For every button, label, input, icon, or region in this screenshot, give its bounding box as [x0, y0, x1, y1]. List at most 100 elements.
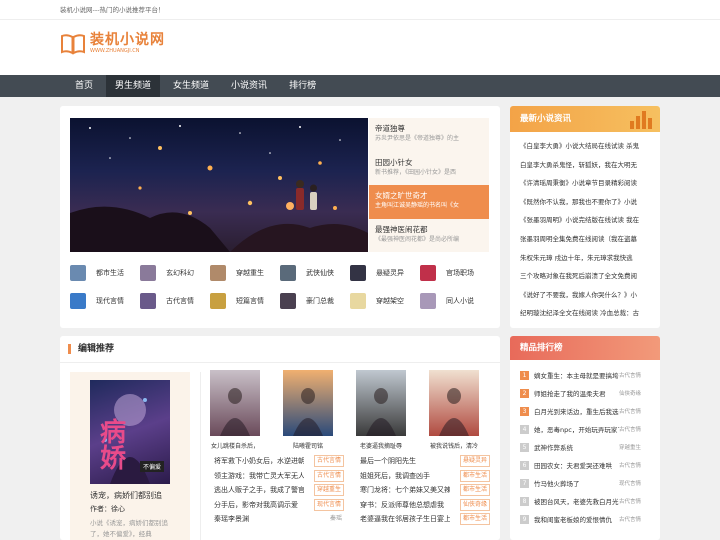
ranking-item[interactable]: 2 师姐抢走了我的温柔夫君 仙侠奇缘: [520, 384, 652, 402]
news-item[interactable]: 《许清瑶周秉衡》小说章节目录精彩阅读: [520, 174, 660, 193]
category-item[interactable]: 同人小说: [420, 292, 490, 310]
list-item[interactable]: 寒门龙将：七个弟妹又美又辣 都市生活: [360, 483, 490, 498]
news-item[interactable]: 朱权朱元璋 戍边十年，朱元璋求我快逃: [520, 249, 660, 268]
rank-book-name[interactable]: 我和闺蜜老板娘的爱恨情仇: [534, 514, 619, 524]
category-item[interactable]: 古代言情: [140, 292, 210, 310]
book-cover-image[interactable]: [429, 370, 479, 436]
category-item[interactable]: 穿越架空: [350, 292, 420, 310]
ranking-item[interactable]: 7 竹马他火葬场了 现代言情: [520, 474, 652, 492]
list-item[interactable]: 将军救下小奶女后，水逆进朝 古代言情: [214, 454, 344, 469]
rank-book-name[interactable]: 被困台风天，老婆先救白月光: [534, 496, 619, 506]
news-item[interactable]: 《张墨羽周明》小说完结版在线试读 我在: [520, 211, 660, 230]
ranking-item[interactable]: 1 嫡女重生：本主母就是要搞垮 古代言情: [520, 366, 652, 384]
list-item[interactable]: 姐姐死后，我调查凶手 都市生活: [360, 469, 490, 484]
list-item[interactable]: 老婆逼我在邻居孩子生日宴上 都市生活: [360, 512, 490, 527]
genre-tag[interactable]: 仙侠奇缘: [459, 498, 490, 511]
genre-tag[interactable]: 悬疑灵异: [459, 455, 490, 468]
category-item[interactable]: 现代言情: [70, 292, 140, 310]
genre-tag[interactable]: 现代言情: [313, 498, 344, 511]
category-label: 玄幻科幻: [166, 269, 194, 277]
featured-book-cover[interactable]: 病娇 不偏爱: [90, 380, 170, 484]
genre-tag[interactable]: 穿越重生: [313, 484, 344, 497]
rank-number: 4: [520, 424, 529, 434]
ranking-item[interactable]: 9 我和闺蜜老板娘的爱恨情仇 古代言情: [520, 510, 652, 528]
ranking-item[interactable]: 8 被困台风天，老婆先救白月光 古代言情: [520, 492, 652, 510]
rank-book-name[interactable]: 田园农女：夫君爱哭还难哄: [534, 460, 619, 470]
nav-female-channel[interactable]: 女生频道: [164, 75, 218, 97]
ranking-item[interactable]: 4 她，恶毒npc，开始玩弄玩家了 古代言情: [520, 420, 652, 438]
rank-book-name[interactable]: 竹马他火葬场了: [534, 478, 619, 488]
news-item[interactable]: 《说好了不要我，我嫁人你哭什么？》小: [520, 286, 660, 305]
book-name[interactable]: 逃出人贩子之手，我成了警官: [214, 485, 304, 495]
news-item[interactable]: 三个攻略对象在我死后崩溃了全文免费阅: [520, 267, 660, 286]
list-item[interactable]: 最后一个阴阳先生 悬疑灵异: [360, 454, 490, 469]
genre-tag[interactable]: 秦瑶: [328, 514, 344, 524]
news-item[interactable]: 白皇李大勇杀鬼怪，斩狐妖，我在大明无: [520, 156, 660, 175]
list-item[interactable]: 穿书：反派师尊他总想虐我 仙侠奇缘: [360, 498, 490, 513]
slider-item[interactable]: 最强神医闹花都 《最强神医闹花都》是尚必所编: [369, 219, 489, 253]
list-item[interactable]: 逃出人贩子之手，我成了警官 穿越重生: [214, 483, 344, 498]
ranking-item[interactable]: 3 白月光到来话边，重生后我选 古代言情: [520, 402, 652, 420]
genre-tag[interactable]: 都市生活: [459, 513, 490, 526]
genre-tag[interactable]: 古代言情: [313, 469, 344, 482]
category-item[interactable]: 悬疑灵异: [350, 264, 420, 282]
genre-tag[interactable]: 都市生活: [459, 469, 490, 482]
category-item[interactable]: 穿越重生: [210, 264, 280, 282]
genre-tag[interactable]: 古代言情: [313, 455, 344, 468]
rank-book-name[interactable]: 师姐抢走了我的温柔夫君: [534, 388, 619, 398]
genre-tag[interactable]: 都市生活: [459, 484, 490, 497]
book-cover-title[interactable]: 被我说钱后，清冷: [426, 441, 482, 450]
featured-book-title[interactable]: 诱宠，病娇们都别追: [90, 490, 162, 501]
logo-url: WWW.ZHUANGJI.CN: [90, 48, 140, 54]
book-name[interactable]: 分手后，影帝对我高调示爱: [214, 500, 304, 510]
rank-book-name[interactable]: 白月光到来话边，重生后我选: [534, 406, 619, 416]
book-cover-image[interactable]: [210, 370, 260, 436]
list-item[interactable]: 秦瑶李景渊 秦瑶: [214, 512, 344, 527]
nav-ranking[interactable]: 排行榜: [280, 75, 325, 97]
ranking-item[interactable]: 5 武神作弊系统 穿越重生: [520, 438, 652, 456]
nav-male-channel[interactable]: 男生频道: [106, 75, 161, 97]
book-cover-card[interactable]: 被我说钱后，清冷: [429, 370, 479, 450]
category-item[interactable]: 豪门总裁: [280, 292, 350, 310]
category-item[interactable]: 玄幻科幻: [140, 264, 210, 282]
book-cover-title[interactable]: 陆曦霍司铭: [280, 441, 336, 450]
category-item[interactable]: 短篇言情: [210, 292, 280, 310]
book-name[interactable]: 将军救下小奶女后，水逆进朝: [214, 456, 304, 466]
ranking-item[interactable]: 6 田园农女：夫君爱哭还难哄 古代言情: [520, 456, 652, 474]
book-cover-title[interactable]: 老婆逼我摘耻辱: [353, 441, 409, 450]
category-item[interactable]: 武侠仙侠: [280, 264, 350, 282]
book-cover-card[interactable]: 女儿跳楼自杀后，: [210, 370, 260, 450]
news-item[interactable]: 《既然你不认我，那我也不要你了》小说: [520, 193, 660, 212]
category-item[interactable]: 都市生活: [70, 264, 140, 282]
book-cover-image[interactable]: [283, 370, 333, 436]
news-item[interactable]: 张墨羽周明全集免费在线阅读（我在盗墓: [520, 230, 660, 249]
news-item[interactable]: 纪明璇沈纪泽全文在线阅读 冷血总裁：古: [520, 304, 660, 323]
banner-image[interactable]: [70, 118, 368, 252]
book-name[interactable]: 姐姐死后，我调查凶手: [360, 471, 450, 481]
site-logo[interactable]: 装机小说网 WWW.ZHUANGJI.CN: [60, 32, 165, 55]
list-item[interactable]: 领主游戏：我带亡灵大军无人 古代言情: [214, 469, 344, 484]
rank-book-name[interactable]: 武神作弊系统: [534, 442, 619, 452]
slider-item[interactable]: 帝道独尊 苏炎尹依思是《帝道独尊》的主: [369, 118, 489, 152]
rank-book-name[interactable]: 嫡女重生：本主母就是要搞垮: [534, 370, 619, 380]
category-item[interactable]: 官场职场: [420, 264, 490, 282]
book-name[interactable]: 寒门龙将：七个弟妹又美又辣: [360, 485, 450, 495]
book-name[interactable]: 穿书：反派师尊他总想虐我: [360, 500, 450, 510]
book-name[interactable]: 秦瑶李景渊: [214, 514, 304, 524]
rank-book-name[interactable]: 她，恶毒npc，开始玩弄玩家了: [534, 424, 619, 434]
list-item[interactable]: 分手后，影帝对我高调示爱 现代言情: [214, 498, 344, 513]
book-name[interactable]: 领主游戏：我带亡灵大军无人: [214, 471, 304, 481]
book-cover-card[interactable]: 陆曦霍司铭: [283, 370, 333, 450]
news-item[interactable]: 《白皇李大勇》小说大结局在线试读 杀鬼: [520, 137, 660, 156]
slider-item-active[interactable]: 女婿之旷世奇才 主角叫江诚吴静瑶的书名叫《女: [369, 185, 489, 219]
nav-novel-news[interactable]: 小说资讯: [222, 75, 276, 97]
book-cover-title[interactable]: 女儿跳楼自杀后，: [207, 441, 263, 450]
book-cover-image[interactable]: [356, 370, 406, 436]
rank-genre: 古代言情: [619, 517, 642, 523]
featured-book[interactable]: 病娇 不偏爱 诱宠，病娇们都别追 作者：徐心 小说《诱宠，病娇们都别追了，她不偏…: [70, 372, 190, 540]
book-name[interactable]: 老婆逼我在邻居孩子生日宴上: [360, 514, 450, 524]
book-name[interactable]: 最后一个阴阳先生: [360, 456, 450, 466]
slider-item[interactable]: 田园小针女 新书推荐，《田园小针女》是西: [369, 152, 489, 186]
book-cover-card[interactable]: 老婆逼我摘耻辱: [356, 370, 406, 450]
nav-home[interactable]: 首页: [66, 75, 102, 97]
